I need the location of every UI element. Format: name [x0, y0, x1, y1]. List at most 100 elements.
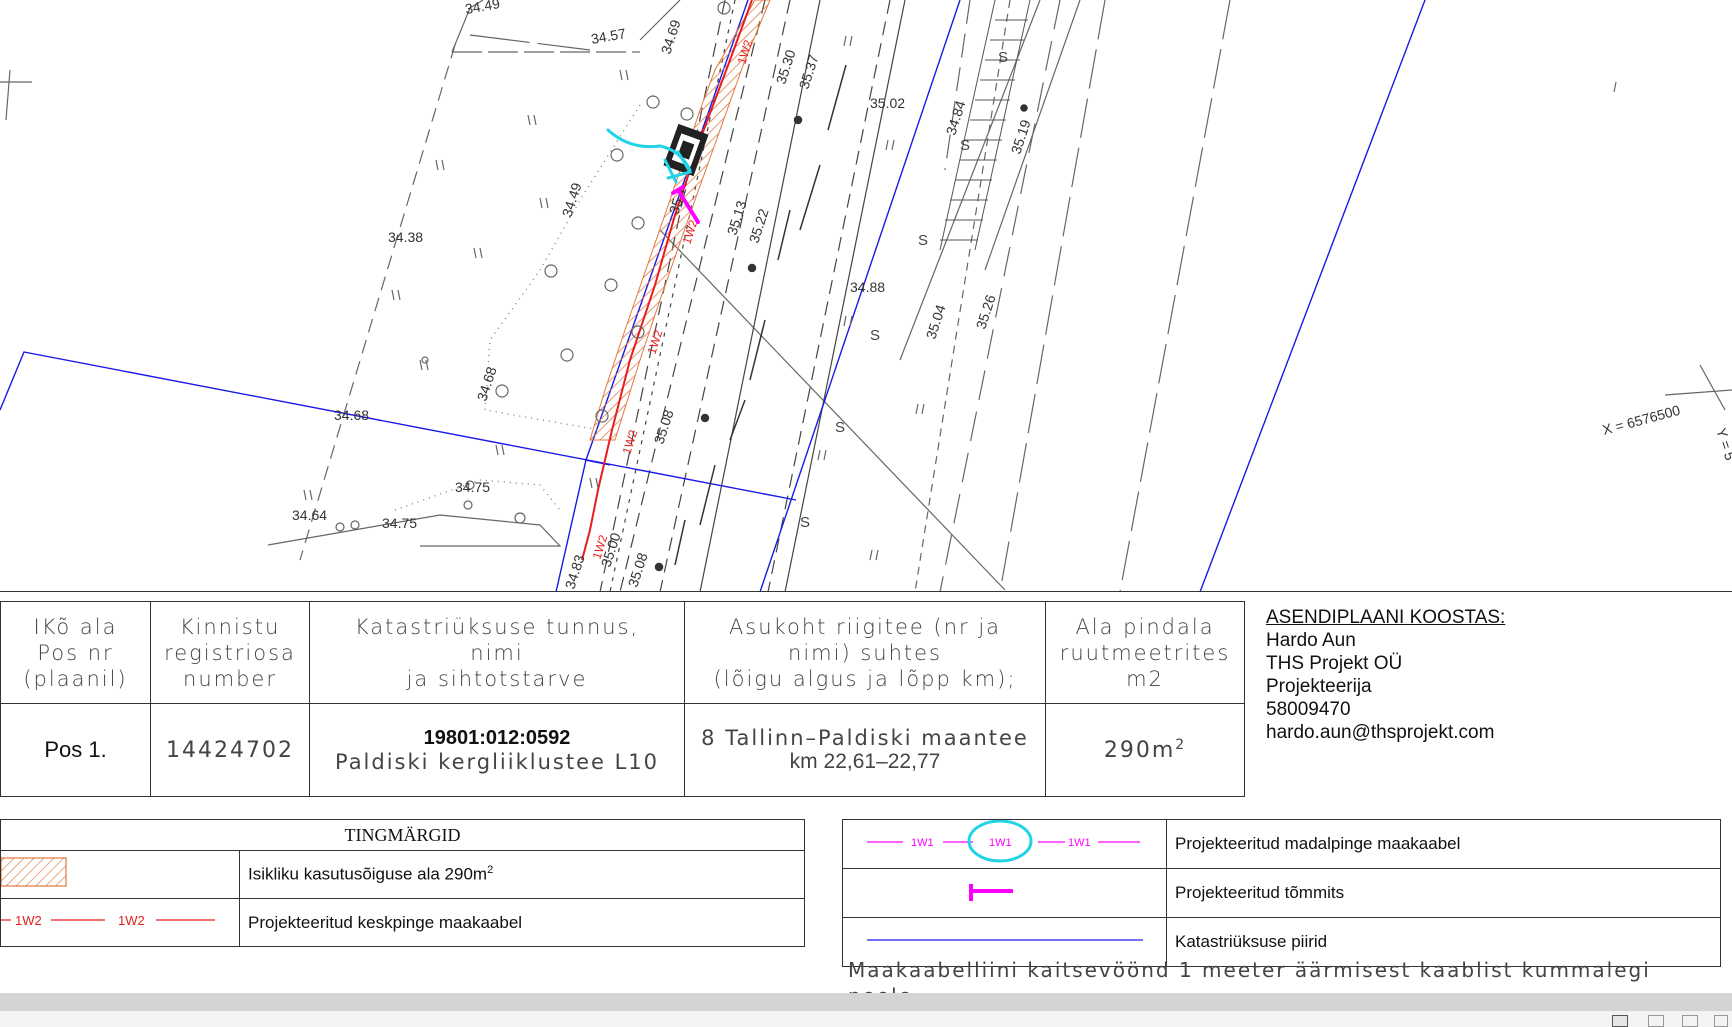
header-line: Kinnistu — [179, 614, 281, 639]
s-marker: S — [998, 49, 1008, 66]
legend-label-text: Isikliku kasutusõiguse ala 290m — [248, 864, 488, 884]
legend-label: Projekteeritud tõmmits — [1166, 868, 1721, 918]
author-title: ASENDIPLAANI KOOSTAS: — [1266, 607, 1506, 628]
header-cadastre: Katastriüksuse tunnus, nimi ja sihtotsta… — [309, 601, 685, 704]
survey-lines — [0, 0, 1732, 592]
single-page-view-icon[interactable] — [1612, 1015, 1628, 1027]
cadastre-id: 19801:012:0592 — [423, 726, 571, 749]
cadastre-name: Paldiski kergliiklustee L10 — [334, 749, 660, 774]
header-line: Katastriüksuse tunnus, — [354, 614, 640, 639]
table-row: Pos 1. 14424702 19801:012:0592 Paldiski … — [0, 703, 1245, 797]
header-line: Ala pindala — [1075, 614, 1215, 639]
legend-table-right: 1W1 1W1 1W1 Projekteeritud madalpinge ma… — [842, 819, 1721, 967]
cable-sym-text: 1W2 — [118, 913, 145, 928]
author-email[interactable]: hardo.aun@thsprojekt.com — [1266, 721, 1505, 744]
red-cable-swatch: 1W2 1W2 — [1, 913, 215, 928]
coord-y-label: Y = 5 — [1713, 426, 1732, 462]
legend-label: Projekteeritud madalpinge maakaabel — [1166, 819, 1721, 869]
cable-sym-text: 1W1 — [989, 837, 1012, 849]
s-marker: S — [918, 232, 928, 249]
elevation: 35.30 — [773, 47, 799, 85]
author-role: Projekteerija — [1266, 676, 1372, 697]
two-page-continuous-view-icon[interactable] — [1714, 1015, 1728, 1027]
legend-symbol-low-voltage: 1W1 1W1 1W1 — [842, 819, 1167, 869]
elevation: 34.38 — [388, 229, 423, 245]
s-marker: S — [960, 137, 970, 154]
boundary-swatch — [867, 939, 1143, 941]
document-page: 1W2 1W2 1W2 1W2 1W2 S S S S S S 34.49 34… — [0, 0, 1732, 1027]
cell-registry: 14424702 — [150, 703, 310, 797]
cell-cadastre: 19801:012:0592 Paldiski kergliiklustee L… — [309, 703, 685, 797]
elevation: 34.57 — [590, 25, 627, 47]
elevation: 35.13 — [724, 198, 750, 236]
guy-wire-swatch — [969, 884, 1013, 901]
legend-label: Projekteeritud keskpinge maakaabel — [239, 898, 805, 947]
cell-area: 290m2 — [1045, 703, 1245, 797]
header-location: Asukoht riigitee (nr ja nimi) suhtes (lõ… — [684, 601, 1046, 704]
header-line: registriosa — [164, 640, 296, 665]
cadastre-table: IKõ ala Pos nr (plaanil) Kinnistu regist… — [0, 601, 1245, 797]
hatch-swatch — [0, 857, 67, 887]
pos-value: Pos 1. — [44, 737, 107, 762]
road-km-prefix: km — [789, 750, 818, 773]
cadastre-table-header: IKõ ala Pos nr (plaanil) Kinnistu regist… — [0, 601, 1245, 704]
elevation-labels: 34.49 34.57 34.69 35.30 35.37 35.02 34.8… — [292, 0, 1034, 591]
elevation: 34.75 — [455, 479, 490, 495]
coord-x-label: X = 6576500 — [1601, 402, 1682, 438]
header-area: Ala pindala ruutmeetrites m2 — [1045, 601, 1245, 704]
elevation: 34.75 — [382, 515, 417, 531]
elevation: 35.04 — [923, 302, 949, 340]
continuous-view-icon[interactable] — [1648, 1015, 1664, 1027]
legend-table-left: TINGMÄRGID Isikliku kasutusõiguse ala 29… — [0, 819, 805, 947]
elevation: 34.88 — [850, 279, 885, 295]
site-plan-map: 1W2 1W2 1W2 1W2 1W2 S S S S S S 34.49 34… — [0, 0, 1732, 592]
header-line: number — [183, 666, 277, 691]
author-block: ASENDIPLAANI KOOSTAS: Hardo Aun THS Proj… — [1266, 606, 1505, 744]
header-line: ja sihtotstarve — [406, 666, 588, 691]
cell-pos: Pos 1. — [0, 703, 151, 797]
elevation: 35.08 — [651, 407, 677, 445]
header-line: nimi) suhtes — [788, 640, 942, 665]
cable-sym-text: 1W1 — [1068, 837, 1091, 849]
author-company: THS Projekt OÜ — [1266, 653, 1403, 674]
legend-symbol-red-cable: 1W2 1W2 — [0, 898, 240, 947]
status-bar — [0, 1011, 1732, 1027]
legend-row: Projekteeritud tõmmits — [842, 868, 1721, 918]
road-name: 8 Tallinn–Paldiski maantee — [701, 726, 1029, 750]
header-line: (lõigu algus ja lõpp km); — [713, 666, 1017, 691]
cable-label: 1W2 — [620, 428, 641, 456]
legend-symbol-guy-wire — [842, 868, 1167, 918]
legend-row: Isikliku kasutusõiguse ala 290m2 — [0, 850, 805, 899]
horizontal-scrollbar[interactable] — [0, 993, 1732, 1011]
legend-row: 1W2 1W2 Projekteeritud keskpinge maakaab… — [0, 898, 805, 947]
area-value: 290m — [1103, 738, 1176, 763]
elevation: 35.02 — [870, 95, 905, 111]
two-page-view-icon[interactable] — [1682, 1015, 1698, 1027]
elevation: 34.64 — [292, 507, 327, 523]
s-marker: S — [870, 327, 880, 344]
cable-sym-text: 1W1 — [911, 837, 934, 849]
header-line: Asukoht riigitee (nr ja — [728, 614, 1002, 639]
area-superscript: 2 — [1175, 737, 1187, 753]
elevation: 34.69 — [658, 17, 684, 55]
header-pos: IKõ ala Pos nr (plaanil) — [0, 601, 151, 704]
header-line: (plaanil) — [23, 666, 128, 691]
dotted-boundary — [394, 104, 641, 511]
s-marker: S — [800, 514, 810, 531]
author-phone: 58009470 — [1266, 699, 1351, 720]
road-s-markers: S S S S S S — [800, 49, 1008, 531]
elevation: 34.49 — [464, 0, 501, 17]
elevation: 34.83 — [562, 552, 588, 590]
legend-symbol-hatch — [0, 850, 240, 899]
header-line: Pos nr — [37, 640, 114, 665]
plan-frame-line — [0, 591, 1732, 592]
elevation: 35.37 — [796, 52, 822, 90]
elevation: 35.22 — [746, 206, 772, 244]
elevation: 34.68 — [474, 364, 500, 402]
elevation: 34.84 — [943, 98, 969, 136]
legend-title: TINGMÄRGID — [0, 819, 805, 851]
s-marker: S — [835, 419, 845, 436]
legend-row: 1W1 1W1 1W1 Projekteeritud madalpinge ma… — [842, 819, 1721, 869]
cell-location: 8 Tallinn–Paldiski maantee km 22,61–22,7… — [684, 703, 1046, 797]
elevation: 35.26 — [973, 292, 999, 330]
